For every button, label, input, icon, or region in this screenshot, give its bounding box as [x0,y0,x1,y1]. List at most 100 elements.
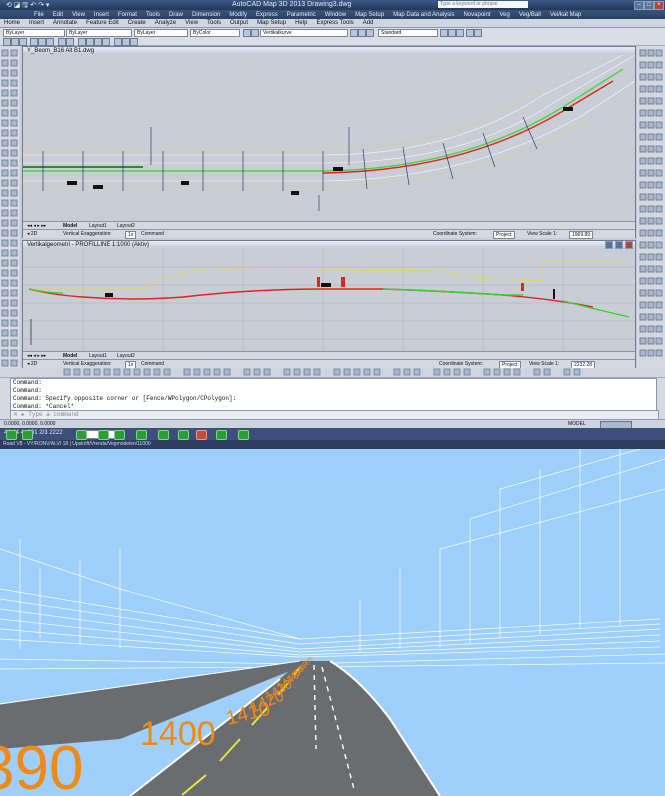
zoom-previous-icon[interactable] [102,38,110,46]
minimize-icon[interactable]: – [634,1,644,10]
window-minimize-icon[interactable] [605,241,613,249]
plot-icon[interactable] [466,29,474,37]
properties-icon[interactable] [114,38,122,46]
view-scale-field[interactable]: 1969.89 [569,231,594,239]
design-center-icon[interactable] [122,38,130,46]
open-icon[interactable] [11,38,19,46]
preview-icon[interactable] [474,29,482,37]
view-2d-icon[interactable]: ◂ 2D [27,230,37,238]
color-combo[interactable]: ByLayer [66,29,132,37]
menu-item[interactable]: Veg [500,12,510,18]
linetype-combo[interactable]: ByLayer [134,29,188,37]
zoom-icon[interactable] [86,38,94,46]
vertical-exaggeration-field[interactable]: 1x [125,231,137,239]
menu-item[interactable]: Map Setup [355,12,384,18]
tablestyle-icon[interactable] [448,29,456,37]
menu-item[interactable]: View [72,12,85,18]
menu-item[interactable]: Vei/kat Map [550,12,581,18]
tab-output[interactable]: Output [230,20,248,26]
menu-item[interactable]: Express [256,12,278,18]
close-icon[interactable]: × [654,1,664,10]
command-tab[interactable]: Command [141,360,164,368]
menu-item[interactable]: Map Data and Analysis [393,12,454,18]
menu-item[interactable]: Novapoint [463,12,490,18]
menu-item[interactable]: Format [118,12,137,18]
tab-analyze[interactable]: Analyze [155,20,176,26]
stop-icon[interactable] [196,430,207,440]
undo-icon[interactable] [58,38,66,46]
view-2d-icon[interactable]: ◂ 2D [27,360,37,368]
coordinate-system-field[interactable]: Project [493,231,515,239]
menu-item[interactable]: File [34,12,44,18]
tab-create[interactable]: Create [128,20,146,26]
paste-icon[interactable] [46,38,54,46]
dimstyle-icon[interactable] [440,29,448,37]
snap-toolbar [0,368,665,378]
menu-item[interactable]: Parametric [287,12,316,18]
pan-icon[interactable] [78,38,86,46]
layer-iso-icon[interactable] [366,29,374,37]
play-icon[interactable] [136,430,147,440]
fast-forward-icon[interactable] [158,430,169,440]
copy-icon[interactable] [38,38,46,46]
cut-icon[interactable] [30,38,38,46]
tab-home[interactable]: Home [4,20,20,26]
tab-view[interactable]: View [185,20,198,26]
menu-item[interactable]: Tools [146,12,160,18]
tab-map-setup[interactable]: Map Setup [257,20,286,26]
road-3d-view[interactable]: 390 1400 1410 1420 1430 1440 1450 1460 1… [0,449,665,796]
workspace-combo[interactable]: Vertikalkurve [260,29,348,37]
menu-item[interactable]: Edit [53,12,63,18]
menu-item[interactable]: Veg/Ball [519,12,541,18]
zoom-window-icon[interactable] [94,38,102,46]
menu-item[interactable]: Draw [169,12,183,18]
layer-state-icon[interactable] [243,29,251,37]
modify-tools-icon-column[interactable] [637,46,665,376]
window-close-icon[interactable] [625,241,633,249]
menu-item[interactable]: Insert [94,12,109,18]
layer-combo[interactable]: ByLayer [3,29,65,37]
status-bar: 0.0000, 0.0000, 0.0000 MODEL [0,419,665,429]
text-style-combo[interactable]: Standard [378,29,438,37]
tab-express-tools[interactable]: Express Tools [316,20,353,26]
new-icon[interactable] [3,38,11,46]
plan-canvas[interactable] [23,55,635,221]
snap-tools-icon-row[interactable] [0,368,665,377]
profile-window-title: Vertikalgeometri - PROFILLINE 1:1000 (Ak… [23,241,635,249]
play-back-icon[interactable] [98,430,109,440]
pause-icon[interactable] [114,430,125,440]
layer-freeze-icon[interactable] [251,29,259,37]
title-bar: ⟲ ◪ 🖫 ↶ ↷ ▾ AutoCAD Map 3D 2013 Drawing3… [0,0,665,10]
tab-tools[interactable]: Tools [207,20,221,26]
tab-help[interactable]: Help [295,20,307,26]
first-icon[interactable] [6,430,17,440]
menu-item[interactable]: Dimension [192,12,220,18]
camera-icon[interactable] [238,430,249,440]
settings-icon[interactable] [216,430,227,440]
tab-insert[interactable]: Insert [29,20,44,26]
window-maximize-icon[interactable] [615,241,623,249]
menu-item[interactable]: Modify [229,12,247,18]
lineweight-combo[interactable]: ByColor [190,29,240,37]
tool-palettes-icon[interactable] [130,38,138,46]
layer-match-icon[interactable] [358,29,366,37]
search-input[interactable]: Type a keyword or phrase [438,1,528,8]
profile-drawing-window: Vertikalgeometri - PROFILLINE 1:1000 (Ak… [22,240,636,369]
maximize-icon[interactable]: □ [644,1,654,10]
mleaderstyle-icon[interactable] [456,29,464,37]
step-back-icon[interactable] [22,430,33,440]
tab-annotate[interactable]: Annotate [53,20,77,26]
last-icon[interactable] [178,430,189,440]
redo-icon[interactable] [66,38,74,46]
model-space-toggle[interactable]: MODEL [568,420,586,428]
tab-add[interactable]: Add [363,20,374,26]
coordinate-system-label: Coordinate System: [439,361,483,367]
layer-previous-icon[interactable] [350,29,358,37]
tab-feature-edit[interactable]: Feature Edit [86,20,119,26]
menu-item[interactable]: Window [325,12,346,18]
command-line: Command: [13,387,42,394]
command-tab[interactable]: Command [141,230,164,238]
save-icon[interactable] [19,38,27,46]
rewind-icon[interactable] [76,430,87,440]
profile-canvas[interactable] [23,249,635,351]
